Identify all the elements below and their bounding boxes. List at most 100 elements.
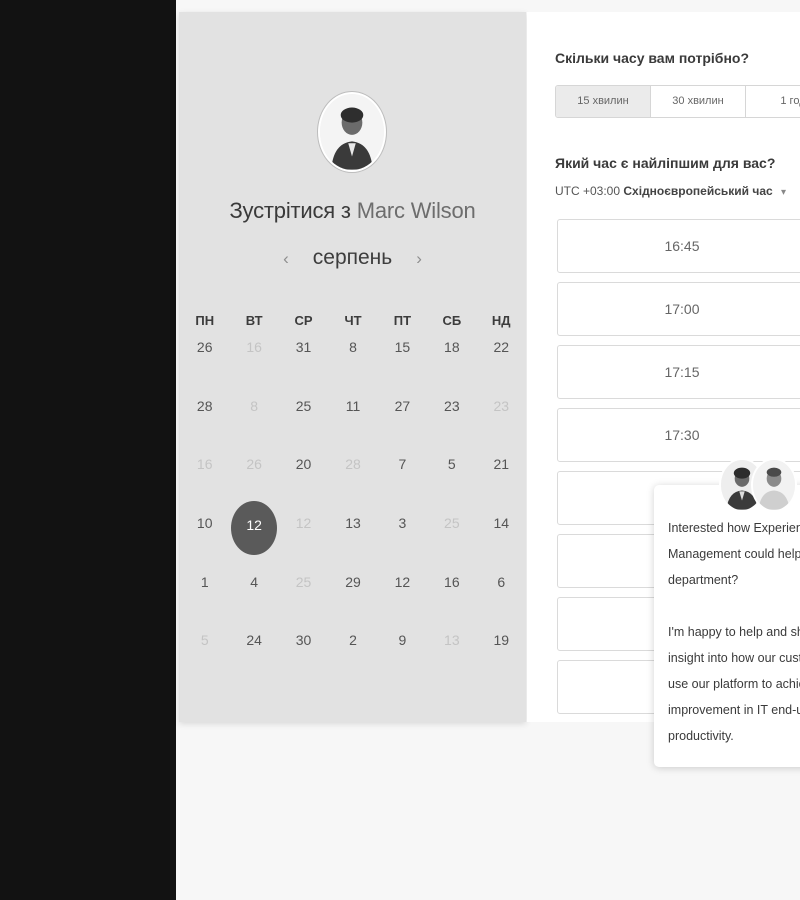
calendar-day-number: 19 bbox=[493, 632, 510, 649]
calendar-day-number: 7 bbox=[398, 456, 407, 473]
duration-selector: 15 хвилин30 хвилин1 год bbox=[555, 85, 800, 118]
calendar-day-number: 12 bbox=[295, 515, 312, 532]
calendar-day[interactable]: 25 bbox=[279, 391, 328, 450]
chat-line: productivity. bbox=[668, 729, 734, 743]
calendar-day[interactable]: 5 bbox=[427, 449, 476, 508]
calendar-day: 8 bbox=[229, 391, 278, 450]
calendar-day[interactable]: 30 bbox=[279, 625, 328, 684]
duration-option[interactable]: 1 год bbox=[746, 86, 800, 117]
calendar-day-number: 27 bbox=[394, 397, 411, 414]
calendar-weeks: 26 16 31 8 15 18 22 28 8 25 11 27 23 23 16 26 20 28 7 5 21 10… bbox=[179, 332, 526, 684]
calendar-day[interactable]: 19 bbox=[477, 625, 526, 684]
calendar-day-number: 25 bbox=[295, 397, 312, 414]
calendar-day-number: 21 bbox=[493, 456, 510, 473]
calendar-week-row: 16 26 20 28 7 5 21 bbox=[179, 449, 526, 508]
calendar-day[interactable]: 27 bbox=[378, 391, 427, 450]
calendar-day[interactable]: 11 bbox=[328, 391, 377, 450]
calendar-day[interactable]: 15 bbox=[378, 332, 427, 391]
calendar-day[interactable]: 3 bbox=[378, 508, 427, 567]
chat-line: Management could help bbox=[668, 547, 800, 561]
calendar-day-number: 1 bbox=[200, 573, 209, 590]
duration-option[interactable]: 30 хвилин bbox=[651, 86, 746, 117]
calendar-day-number: 30 bbox=[295, 632, 312, 649]
chat-line: department? bbox=[668, 573, 739, 587]
weekday-label: СБ bbox=[442, 313, 462, 328]
calendar-day[interactable]: 28 bbox=[180, 391, 229, 450]
calendar-week-row: 28 8 25 11 27 23 23 bbox=[179, 391, 526, 450]
calendar-day[interactable]: 9 bbox=[378, 625, 427, 684]
calendar-day-selected[interactable]: 12 bbox=[229, 501, 278, 567]
calendar-day[interactable]: 14 bbox=[477, 508, 526, 567]
agent-avatar-icon bbox=[751, 458, 797, 512]
calendar-day-number: 15 bbox=[394, 339, 411, 355]
weekday-label: ВТ bbox=[245, 313, 263, 328]
chat-line: insight into how our cust bbox=[668, 651, 800, 665]
weekday-label: СР bbox=[294, 313, 313, 328]
weekday-header: ПН ВТ СР ЧТ ПТ СБ НД bbox=[179, 310, 526, 332]
calendar-day-number: 5 bbox=[447, 456, 456, 473]
chat-agent-avatars[interactable] bbox=[719, 458, 799, 512]
weekday-label: НД bbox=[491, 313, 511, 328]
calendar-day-number: 28 bbox=[345, 456, 361, 473]
calendar-day: 16 bbox=[229, 332, 278, 391]
calendar-day-number: 22 bbox=[493, 339, 510, 355]
calendar-day: 25 bbox=[427, 508, 476, 567]
calendar-day-number: 18 bbox=[444, 339, 460, 355]
time-slot-button[interactable]: 17:30 bbox=[557, 408, 800, 462]
calendar-day[interactable]: 18 bbox=[427, 332, 476, 391]
meeting-title: Зустрітися з Marc Wilson bbox=[179, 198, 526, 224]
chevron-right-icon[interactable]: › bbox=[408, 249, 430, 269]
calendar-day: 12 bbox=[279, 508, 328, 567]
chat-paragraph: Interested how Experien Management could … bbox=[668, 515, 800, 593]
timezone-selector[interactable]: UTC +03:00 Східноєвропейський час ▾ bbox=[555, 184, 786, 198]
time-slot-button[interactable]: 16:45 bbox=[557, 219, 800, 273]
calendar-week-row: 10 12 12 13 3 25 14 bbox=[179, 501, 526, 567]
calendar-day[interactable]: 31 bbox=[279, 332, 328, 391]
chat-message-text: Interested how Experien Management could … bbox=[668, 515, 800, 767]
calendar-day[interactable]: 4 bbox=[229, 567, 278, 626]
calendar-day: 13 bbox=[427, 625, 476, 684]
calendar-day-number: 26 bbox=[196, 339, 213, 355]
calendar-day[interactable]: 29 bbox=[328, 567, 377, 626]
calendar-day-number: 6 bbox=[497, 573, 506, 590]
calendar-day[interactable]: 26 bbox=[180, 332, 229, 391]
timezone-name: Східноєвропейський час bbox=[623, 184, 773, 198]
chevron-left-icon[interactable]: ‹ bbox=[275, 249, 297, 269]
duration-option[interactable]: 15 хвилин bbox=[556, 86, 651, 117]
chat-message-popup[interactable]: Interested how Experien Management could … bbox=[654, 485, 800, 767]
calendar-day: 5 bbox=[180, 625, 229, 684]
calendar-day-number: 16 bbox=[246, 339, 262, 355]
calendar-day[interactable]: 1 bbox=[180, 567, 229, 626]
calendar-day: 25 bbox=[279, 567, 328, 626]
time-slot-button[interactable]: 17:00 bbox=[557, 282, 800, 336]
chat-line: Interested how Experien bbox=[668, 521, 800, 535]
calendar-day-number: 3 bbox=[398, 515, 407, 532]
time-slot-button[interactable]: 17:15 bbox=[557, 345, 800, 399]
chat-line: use our platform to achie bbox=[668, 677, 800, 691]
calendar-day[interactable]: 8 bbox=[328, 332, 377, 391]
calendar-day[interactable]: 12 bbox=[378, 567, 427, 626]
calendar-day-number: 31 bbox=[295, 339, 312, 355]
calendar-day[interactable]: 13 bbox=[328, 508, 377, 567]
month-navigation: ‹ серпень › bbox=[179, 246, 526, 270]
person-photo-icon bbox=[320, 94, 384, 170]
calendar-day-number: 14 bbox=[493, 515, 510, 532]
calendar-day[interactable]: 2 bbox=[328, 625, 377, 684]
calendar-day-number: 8 bbox=[250, 397, 259, 414]
calendar-day[interactable]: 21 bbox=[477, 449, 526, 508]
weekday-label: ПТ bbox=[393, 313, 412, 328]
calendar-day-number: 11 bbox=[345, 397, 361, 414]
calendar-day[interactable]: 20 bbox=[279, 449, 328, 508]
calendar-day[interactable]: 6 bbox=[477, 567, 526, 626]
calendar-day-number: 5 bbox=[200, 632, 209, 649]
chat-line: I'm happy to help and sh bbox=[668, 625, 800, 639]
calendar-day[interactable]: 16 bbox=[427, 567, 476, 626]
calendar-day[interactable]: 7 bbox=[378, 449, 427, 508]
calendar-day-number: 26 bbox=[246, 456, 262, 473]
calendar-week-row: 1 4 25 29 12 16 6 bbox=[179, 567, 526, 626]
calendar-day[interactable]: 10 bbox=[180, 508, 229, 567]
meeting-title-prefix: Зустрітися з bbox=[229, 198, 351, 223]
calendar-day[interactable]: 23 bbox=[427, 391, 476, 450]
calendar-day[interactable]: 24 bbox=[229, 625, 278, 684]
calendar-day[interactable]: 22 bbox=[477, 332, 526, 391]
